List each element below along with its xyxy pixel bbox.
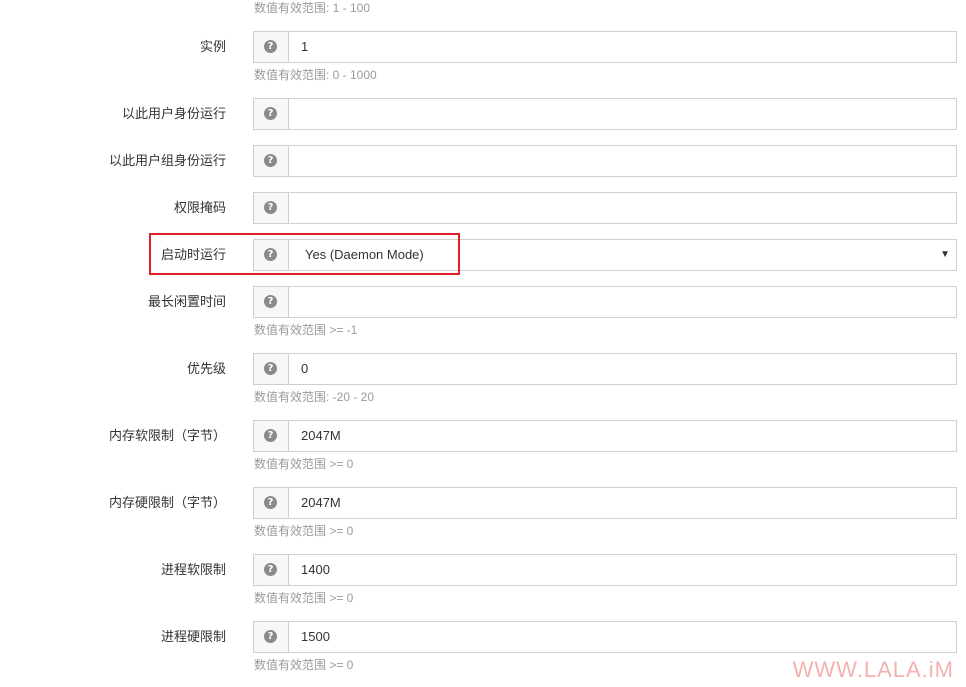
umask-input[interactable] bbox=[289, 193, 956, 223]
form-row-umask: 权限掩码 ? bbox=[0, 192, 966, 224]
memory-soft-limit-label: 内存软限制（字节） bbox=[108, 428, 226, 443]
umask-input-group: ? bbox=[253, 192, 957, 224]
form-row-memory-hard-limit: 内存硬限制（字节） ? bbox=[0, 487, 966, 519]
max-idle-time-input-group: ? bbox=[253, 286, 957, 318]
process-soft-limit-range-hint: 数值有效范围 >= 0 bbox=[254, 591, 354, 605]
umask-label: 权限掩码 bbox=[173, 200, 226, 215]
question-circle-icon: ? bbox=[264, 201, 277, 214]
memory-soft-limit-help-button[interactable]: ? bbox=[254, 421, 289, 451]
instances-label: 实例 bbox=[199, 39, 226, 54]
form-row-run-on-startup: 启动时运行 ? Yes (Daemon Mode) ▼ bbox=[0, 239, 966, 271]
question-circle-icon: ? bbox=[264, 429, 277, 442]
process-hard-limit-input[interactable] bbox=[289, 622, 956, 652]
max-idle-time-help-button[interactable]: ? bbox=[254, 287, 289, 317]
process-hard-limit-help-button[interactable]: ? bbox=[254, 622, 289, 652]
question-circle-icon: ? bbox=[264, 496, 277, 509]
run-on-startup-select[interactable]: Yes (Daemon Mode) ▼ bbox=[289, 240, 956, 270]
memory-hard-limit-label: 内存硬限制（字节） bbox=[108, 495, 226, 510]
max-idle-time-label: 最长闲置时间 bbox=[147, 294, 226, 309]
process-soft-limit-label: 进程软限制 bbox=[160, 562, 226, 577]
run-as-user-help-button[interactable]: ? bbox=[254, 99, 289, 129]
watermark: WWW.LALA.iM bbox=[792, 657, 954, 682]
form-row-instances: 实例 ? bbox=[0, 31, 966, 63]
memory-hard-limit-input-group: ? bbox=[253, 487, 957, 519]
memory-soft-limit-input-group: ? bbox=[253, 420, 957, 452]
memory-soft-limit-input[interactable] bbox=[289, 421, 956, 451]
question-circle-icon: ? bbox=[264, 40, 277, 53]
caret-down-icon: ▼ bbox=[940, 249, 950, 260]
instances-range-hint: 数值有效范围: 0 - 1000 bbox=[254, 68, 377, 82]
umask-help-button[interactable]: ? bbox=[254, 193, 289, 223]
question-circle-icon: ? bbox=[264, 154, 277, 167]
priority-range-hint: 数值有效范围: -20 - 20 bbox=[254, 390, 375, 404]
priority-input[interactable] bbox=[289, 354, 956, 384]
run-as-group-input-group: ? bbox=[253, 145, 957, 177]
question-circle-icon: ? bbox=[264, 248, 277, 261]
form-row-priority: 优先级 ? bbox=[0, 353, 966, 385]
question-circle-icon: ? bbox=[264, 630, 277, 643]
instances-input-group: ? bbox=[253, 31, 957, 63]
form-row-process-hard-limit: 进程硬限制 ? bbox=[0, 621, 966, 653]
instances-input[interactable] bbox=[289, 32, 956, 62]
memory-hard-limit-input[interactable] bbox=[289, 488, 956, 518]
process-hard-limit-label: 进程硬限制 bbox=[160, 629, 226, 644]
priority-help-button[interactable]: ? bbox=[254, 354, 289, 384]
process-soft-limit-input[interactable] bbox=[289, 555, 956, 585]
process-soft-limit-help-button[interactable]: ? bbox=[254, 555, 289, 585]
memory-hard-limit-help-button[interactable]: ? bbox=[254, 488, 289, 518]
run-on-startup-input-group: ? Yes (Daemon Mode) ▼ bbox=[253, 239, 957, 271]
run-on-startup-selected-value: Yes (Daemon Mode) bbox=[305, 247, 424, 262]
question-circle-icon: ? bbox=[264, 295, 277, 308]
run-as-group-help-button[interactable]: ? bbox=[254, 146, 289, 176]
priority-input-group: ? bbox=[253, 353, 957, 385]
question-circle-icon: ? bbox=[264, 563, 277, 576]
form-row-max-idle-time: 最长闲置时间 ? bbox=[0, 286, 966, 318]
run-on-startup-label: 启动时运行 bbox=[160, 247, 226, 262]
max-idle-time-range-hint: 数值有效范围 >= -1 bbox=[254, 323, 358, 337]
form-row-memory-soft-limit: 内存软限制（字节） ? bbox=[0, 420, 966, 452]
memory-hard-limit-range-hint: 数值有效范围 >= 0 bbox=[254, 524, 354, 538]
question-circle-icon: ? bbox=[264, 107, 277, 120]
form-row-run-as-group: 以此用户组身份运行 ? bbox=[0, 145, 966, 177]
run-as-group-input[interactable] bbox=[289, 146, 956, 176]
question-circle-icon: ? bbox=[264, 362, 277, 375]
top-range-hint: 数值有效范围: 1 - 100 bbox=[254, 1, 371, 15]
process-hard-limit-input-group: ? bbox=[253, 621, 957, 653]
form-row-run-as-user: 以此用户身份运行 ? bbox=[0, 98, 966, 130]
priority-label: 优先级 bbox=[186, 361, 226, 376]
process-hard-limit-range-hint: 数值有效范围 >= 0 bbox=[254, 658, 354, 672]
run-as-user-input[interactable] bbox=[289, 99, 956, 129]
run-as-group-label: 以此用户组身份运行 bbox=[108, 153, 226, 168]
run-as-user-input-group: ? bbox=[253, 98, 957, 130]
process-soft-limit-input-group: ? bbox=[253, 554, 957, 586]
run-on-startup-help-button[interactable]: ? bbox=[254, 240, 289, 270]
memory-soft-limit-range-hint: 数值有效范围 >= 0 bbox=[254, 457, 354, 471]
max-idle-time-input[interactable] bbox=[289, 287, 956, 317]
form-row-process-soft-limit: 进程软限制 ? bbox=[0, 554, 966, 586]
run-as-user-label: 以此用户身份运行 bbox=[121, 106, 226, 121]
instances-help-button[interactable]: ? bbox=[254, 32, 289, 62]
